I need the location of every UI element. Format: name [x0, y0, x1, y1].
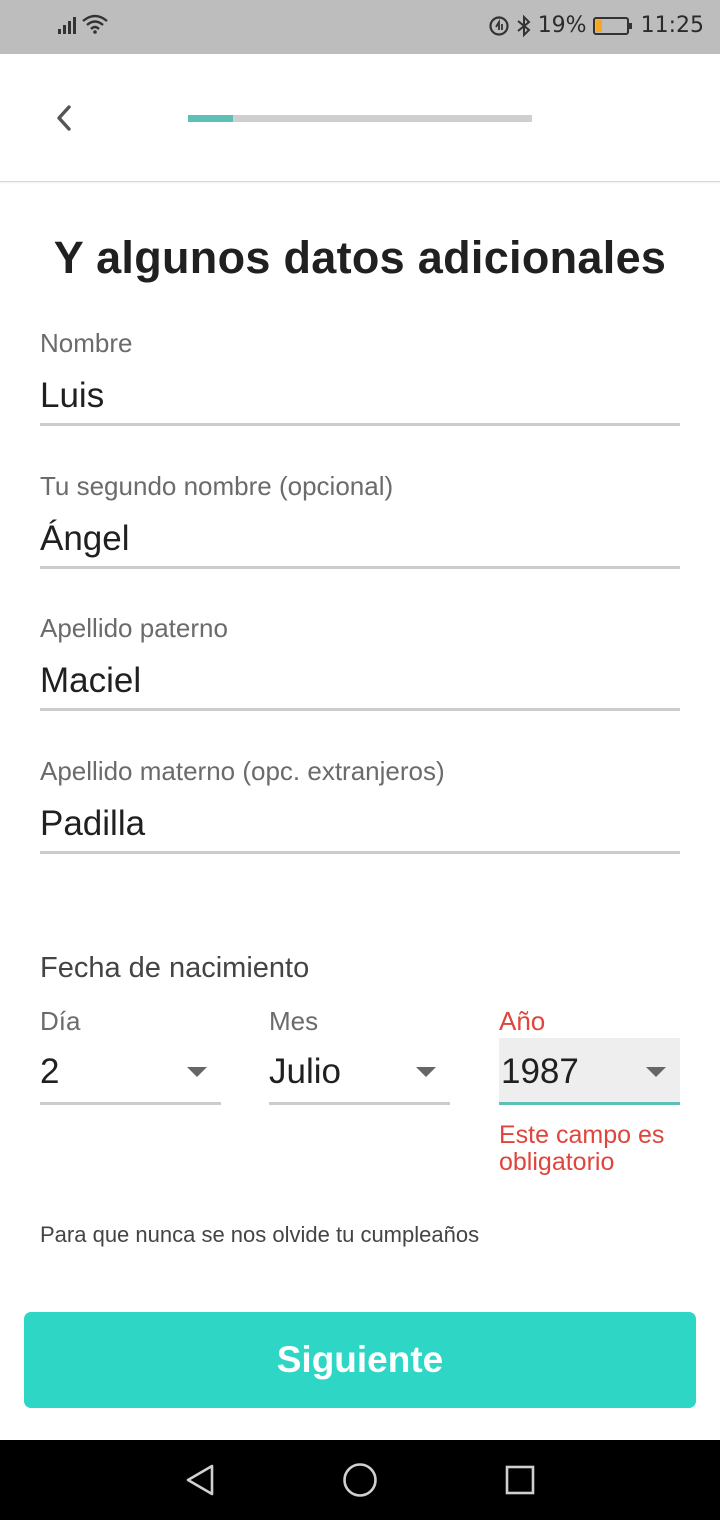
year-error-message: Este campo es obligatorio — [499, 1121, 665, 1176]
maternal-surname-underline — [40, 851, 680, 854]
back-triangle-icon — [186, 1464, 214, 1496]
middle-name-field[interactable]: Tu segundo nombre (opcional) Ángel — [40, 471, 680, 569]
system-nav-bar — [0, 1440, 720, 1520]
status-right: 19% 11:25 — [488, 13, 704, 38]
nav-back-button[interactable] — [180, 1462, 220, 1498]
first-name-input[interactable]: Luis — [40, 376, 680, 424]
bluetooth-icon — [517, 14, 531, 37]
caret-down-icon — [187, 1067, 207, 1077]
battery-icon — [592, 16, 632, 35]
year-value: 1987 — [501, 1052, 579, 1091]
chevron-left-icon — [57, 105, 71, 131]
paternal-surname-underline — [40, 708, 680, 711]
day-underline — [40, 1102, 221, 1105]
month-value: Julio — [269, 1052, 341, 1091]
nav-home-button[interactable] — [340, 1462, 380, 1498]
back-button[interactable] — [44, 96, 84, 140]
birthdate-helper-text: Para que nunca se nos olvide tu cumpleañ… — [40, 1222, 480, 1247]
status-left — [58, 14, 108, 34]
recents-square-icon — [505, 1465, 535, 1495]
maternal-surname-label: Apellido materno (opc. extranjeros) — [40, 756, 445, 786]
signal-icon — [58, 14, 76, 34]
day-select[interactable]: 2 — [40, 1038, 221, 1102]
clock: 11:25 — [640, 13, 704, 38]
caret-down-icon — [646, 1067, 666, 1077]
month-select[interactable]: Julio — [269, 1038, 450, 1102]
battery-percent: 19% — [537, 13, 587, 38]
data-saver-icon — [489, 15, 509, 36]
maternal-surname-field[interactable]: Apellido materno (opc. extranjeros) Padi… — [40, 756, 680, 854]
year-label: Año — [499, 1006, 546, 1036]
progress-fill — [188, 115, 233, 122]
year-underline — [499, 1102, 680, 1105]
month-label: Mes — [269, 1006, 319, 1036]
paternal-surname-field[interactable]: Apellido paterno Maciel — [40, 613, 680, 711]
month-underline — [269, 1102, 450, 1105]
status-bar: 19% 11:25 — [0, 0, 720, 54]
top-bar — [0, 54, 720, 182]
year-dropdown[interactable]: Año 1987 — [499, 1006, 680, 1105]
middle-name-underline — [40, 566, 680, 569]
page-title: Y algunos datos adicionales — [53, 232, 667, 283]
day-value: 2 — [40, 1052, 60, 1091]
middle-name-input[interactable]: Ángel — [40, 519, 680, 567]
paternal-surname-input[interactable]: Maciel — [40, 661, 680, 709]
day-dropdown[interactable]: Día 2 — [40, 1006, 221, 1105]
first-name-underline — [40, 423, 680, 426]
battery-level-fill — [595, 19, 602, 32]
home-circle-icon — [343, 1463, 377, 1497]
day-label: Día — [40, 1006, 81, 1036]
maternal-surname-input[interactable]: Padilla — [40, 804, 680, 852]
first-name-label: Nombre — [40, 328, 133, 358]
year-select[interactable]: 1987 — [499, 1038, 680, 1102]
caret-down-icon — [416, 1067, 436, 1077]
wifi-icon — [82, 14, 108, 34]
next-button[interactable]: Siguiente — [24, 1312, 696, 1408]
paternal-surname-label: Apellido paterno — [40, 613, 228, 643]
nav-recents-button[interactable] — [500, 1462, 540, 1498]
month-dropdown[interactable]: Mes Julio — [269, 1006, 450, 1105]
middle-name-label: Tu segundo nombre (opcional) — [40, 471, 394, 501]
first-name-field[interactable]: Nombre Luis — [40, 328, 680, 426]
progress-bar — [188, 115, 532, 122]
birthdate-label: Fecha de nacimiento — [40, 952, 310, 984]
